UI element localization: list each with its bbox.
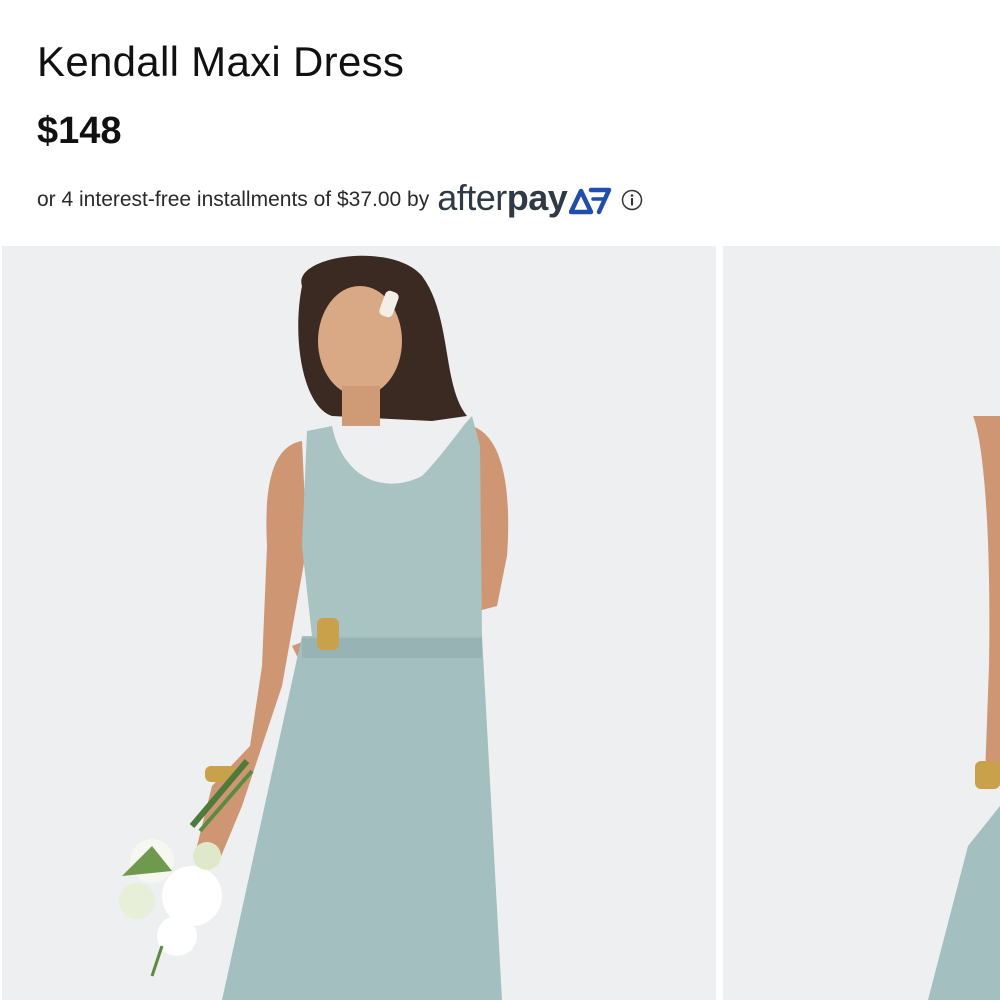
afterpay-wordmark: afterpay: [437, 177, 568, 218]
product-price: $148: [37, 110, 122, 152]
model-front-photo[interactable]: [2, 246, 716, 1000]
installment-text: or 4 interest-free installments of $37.0…: [37, 188, 430, 211]
product-title: Kendall Maxi Dress: [37, 38, 405, 85]
afterpay-logo[interactable]: afterpay: [437, 178, 643, 222]
product-gallery[interactable]: [0, 246, 1000, 1000]
afterpay-wordmark-light: after: [437, 177, 507, 218]
afterpay-arrows-icon: [569, 187, 612, 215]
model-side-photo[interactable]: [723, 246, 1000, 1000]
afterpay-installments: or 4 interest-free installments of $37.0…: [37, 178, 643, 222]
afterpay-wordmark-bold: pay: [506, 177, 568, 218]
info-circle-icon[interactable]: [621, 189, 643, 211]
